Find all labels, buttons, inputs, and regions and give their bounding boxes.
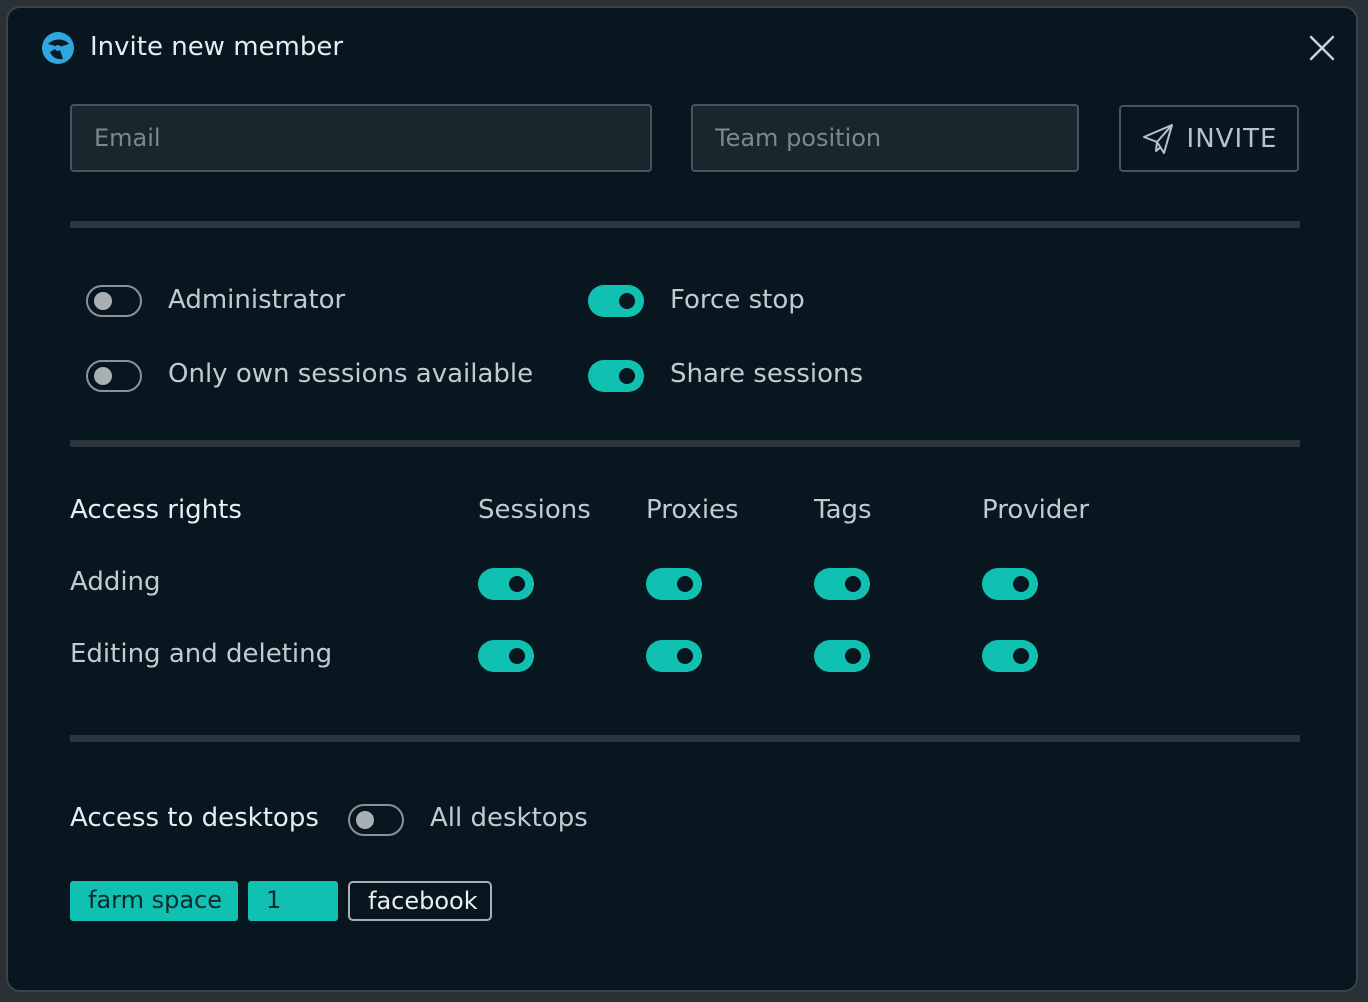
row-label-adding: Adding — [70, 567, 161, 597]
row-label-editing: Editing and deleting — [70, 639, 333, 669]
close-icon[interactable] — [1306, 32, 1338, 64]
toggle-knob — [509, 648, 525, 664]
divider — [70, 440, 1300, 447]
column-header-sessions: Sessions — [478, 495, 591, 525]
toggle-knob — [356, 811, 374, 829]
column-header-tags: Tags — [814, 495, 872, 525]
force-stop-label: Force stop — [670, 285, 805, 315]
administrator-toggle[interactable] — [86, 285, 142, 317]
invite-member-dialog: Invite new member INVITE Administrator O… — [6, 6, 1358, 992]
team-position-input[interactable] — [691, 104, 1079, 172]
adding-provider-toggle[interactable] — [982, 568, 1038, 600]
toggle-knob — [509, 576, 525, 592]
toggle-knob — [845, 576, 861, 592]
divider — [70, 221, 1300, 228]
toggle-knob — [94, 292, 112, 310]
toggle-knob — [619, 368, 635, 384]
force-stop-toggle[interactable] — [588, 285, 644, 317]
adding-proxies-toggle[interactable] — [646, 568, 702, 600]
desktop-chip-1[interactable]: 1 — [248, 881, 338, 921]
invite-button-label: INVITE — [1186, 123, 1278, 154]
toggle-knob — [845, 648, 861, 664]
editing-tags-toggle[interactable] — [814, 640, 870, 672]
toggle-knob — [677, 576, 693, 592]
editing-provider-toggle[interactable] — [982, 640, 1038, 672]
share-sessions-label: Share sessions — [670, 359, 864, 389]
toggle-knob — [1013, 576, 1029, 592]
desktop-chip-farm-space[interactable]: farm space — [70, 881, 238, 921]
column-header-proxies: Proxies — [646, 495, 739, 525]
own-sessions-toggle[interactable] — [86, 360, 142, 392]
own-sessions-label: Only own sessions available — [168, 359, 534, 389]
dialog-title: Invite new member — [90, 32, 344, 62]
email-input[interactable] — [70, 104, 652, 172]
toggle-knob — [1013, 648, 1029, 664]
access-rights-title: Access rights — [70, 495, 242, 525]
brand-logo-icon — [42, 32, 74, 64]
invite-button[interactable]: INVITE — [1119, 105, 1299, 172]
access-to-desktops-title: Access to desktops — [70, 803, 319, 833]
all-desktops-label: All desktops — [430, 803, 588, 833]
toggle-knob — [619, 293, 635, 309]
editing-sessions-toggle[interactable] — [478, 640, 534, 672]
administrator-label: Administrator — [168, 285, 346, 315]
paper-plane-icon — [1142, 123, 1173, 154]
editing-proxies-toggle[interactable] — [646, 640, 702, 672]
adding-tags-toggle[interactable] — [814, 568, 870, 600]
column-header-provider: Provider — [982, 495, 1090, 525]
divider — [70, 735, 1300, 742]
desktop-chip-facebook[interactable]: facebook — [348, 881, 492, 921]
adding-sessions-toggle[interactable] — [478, 568, 534, 600]
share-sessions-toggle[interactable] — [588, 360, 644, 392]
toggle-knob — [677, 648, 693, 664]
toggle-knob — [94, 367, 112, 385]
all-desktops-toggle[interactable] — [348, 804, 404, 836]
